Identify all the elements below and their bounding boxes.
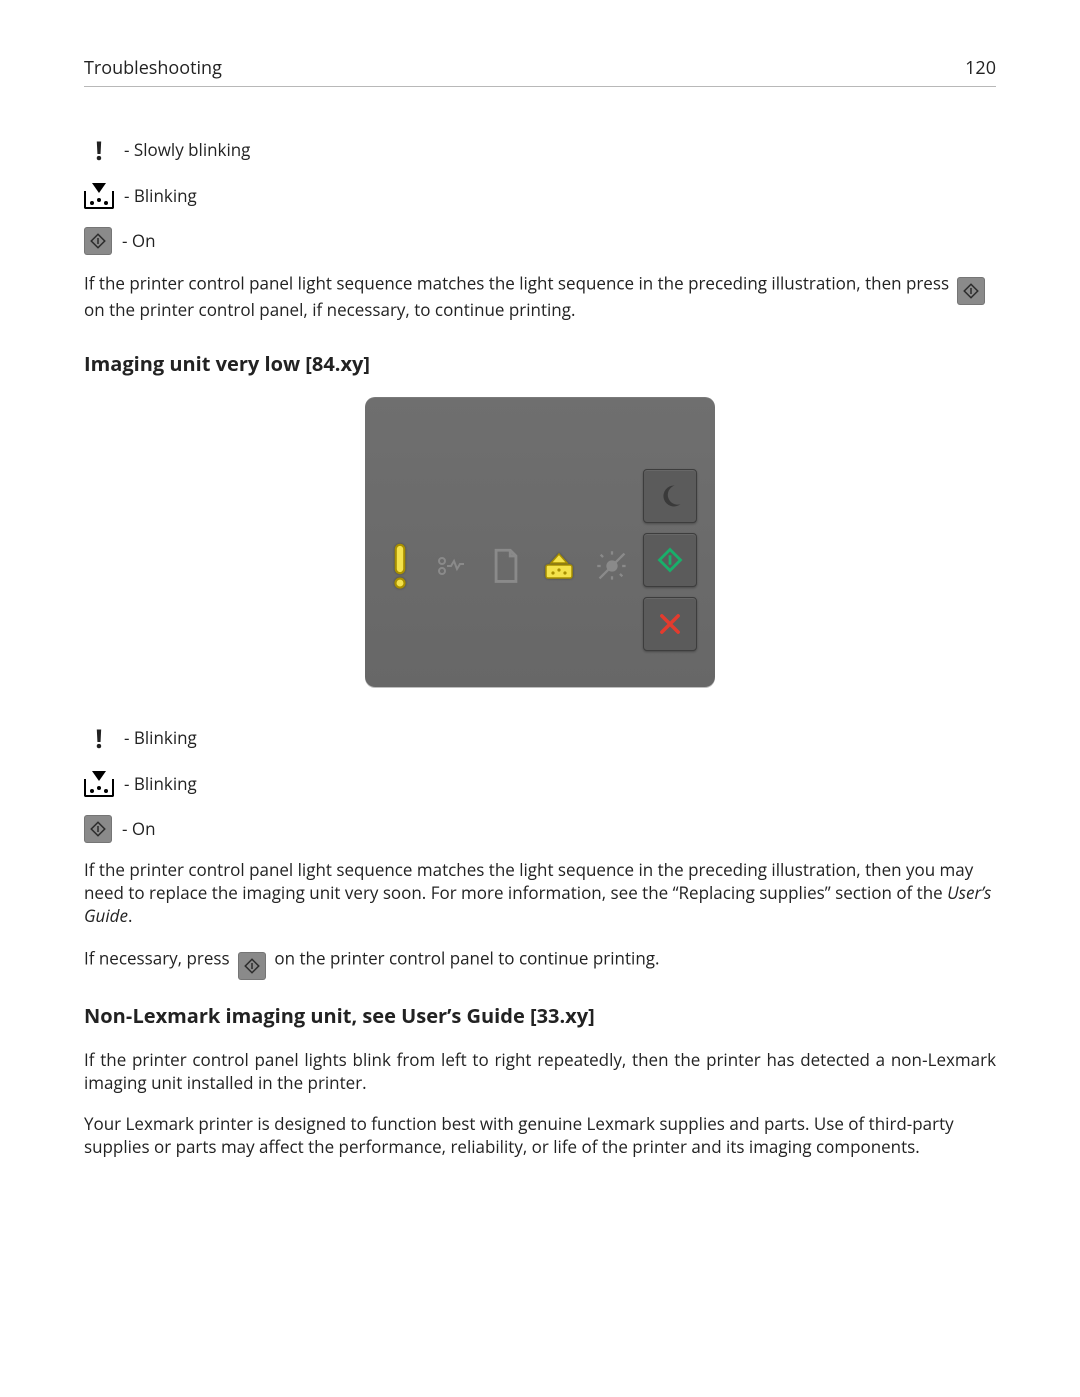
printer-panel-illustration (84, 397, 996, 687)
legend-item-start: - On (84, 227, 996, 255)
non-lexmark-para2: Your Lexmark printer is designed to func… (84, 1113, 996, 1159)
non-lexmark-para1: If the printer control panel lights blin… (84, 1049, 996, 1095)
legend-label: Blinking (134, 772, 197, 795)
toner-ink-icon (542, 549, 576, 583)
legend-label: On (132, 817, 156, 840)
cancel-button (643, 597, 697, 651)
legend-label: Blinking (134, 184, 197, 207)
light-legend-top: - Slowly blinking - Blinking - On (84, 135, 996, 255)
legend-label: On (132, 229, 156, 252)
start-button-icon (84, 815, 112, 843)
start-button (643, 533, 697, 587)
start-button-icon (84, 227, 112, 255)
legend-item-exclaim: - Slowly blinking (84, 135, 996, 165)
load-paper-icon (489, 549, 523, 583)
panel-button-column (643, 469, 697, 651)
toner-ink-icon (84, 769, 114, 799)
instruction-paragraph-replace: If the printer control panel light seque… (84, 859, 996, 928)
warning-exclaim-icon (84, 135, 114, 165)
section-heading-non-lexmark: Non‑Lexmark imaging unit, see User’s Gui… (84, 1002, 996, 1029)
instruction-paragraph-continue: If necessary, press on the printer contr… (84, 946, 996, 974)
instruction-paragraph: If the printer control panel light seque… (84, 271, 996, 322)
legend-item-toner: - Blinking (84, 181, 996, 211)
printer-control-panel (365, 397, 715, 687)
indicator-row (383, 549, 629, 583)
section-heading-imaging-unit-very-low: Imaging unit very low [84.xy] (84, 350, 996, 377)
legend-label: Blinking (134, 726, 197, 749)
start-button-icon (238, 952, 266, 980)
error-lamp-icon (595, 549, 629, 583)
legend-label: Slowly blinking (134, 138, 251, 161)
paper-jam-icon (436, 549, 470, 583)
document-page: Troubleshooting 120 - Slowly blinking - … (0, 0, 1080, 1397)
page-number: 120 (965, 56, 996, 80)
light-legend-bottom: - Blinking - Blinking - On (84, 723, 996, 843)
legend-item-toner: - Blinking (84, 769, 996, 799)
page-header: Troubleshooting 120 (84, 56, 996, 87)
start-button-icon (957, 277, 985, 305)
section-title: Troubleshooting (84, 56, 222, 80)
warning-exclaim-icon (84, 723, 114, 753)
toner-ink-icon (84, 181, 114, 211)
legend-item-start: - On (84, 815, 996, 843)
legend-item-exclaim: - Blinking (84, 723, 996, 753)
warning-exclaim-icon (383, 549, 417, 583)
sleep-button (643, 469, 697, 523)
